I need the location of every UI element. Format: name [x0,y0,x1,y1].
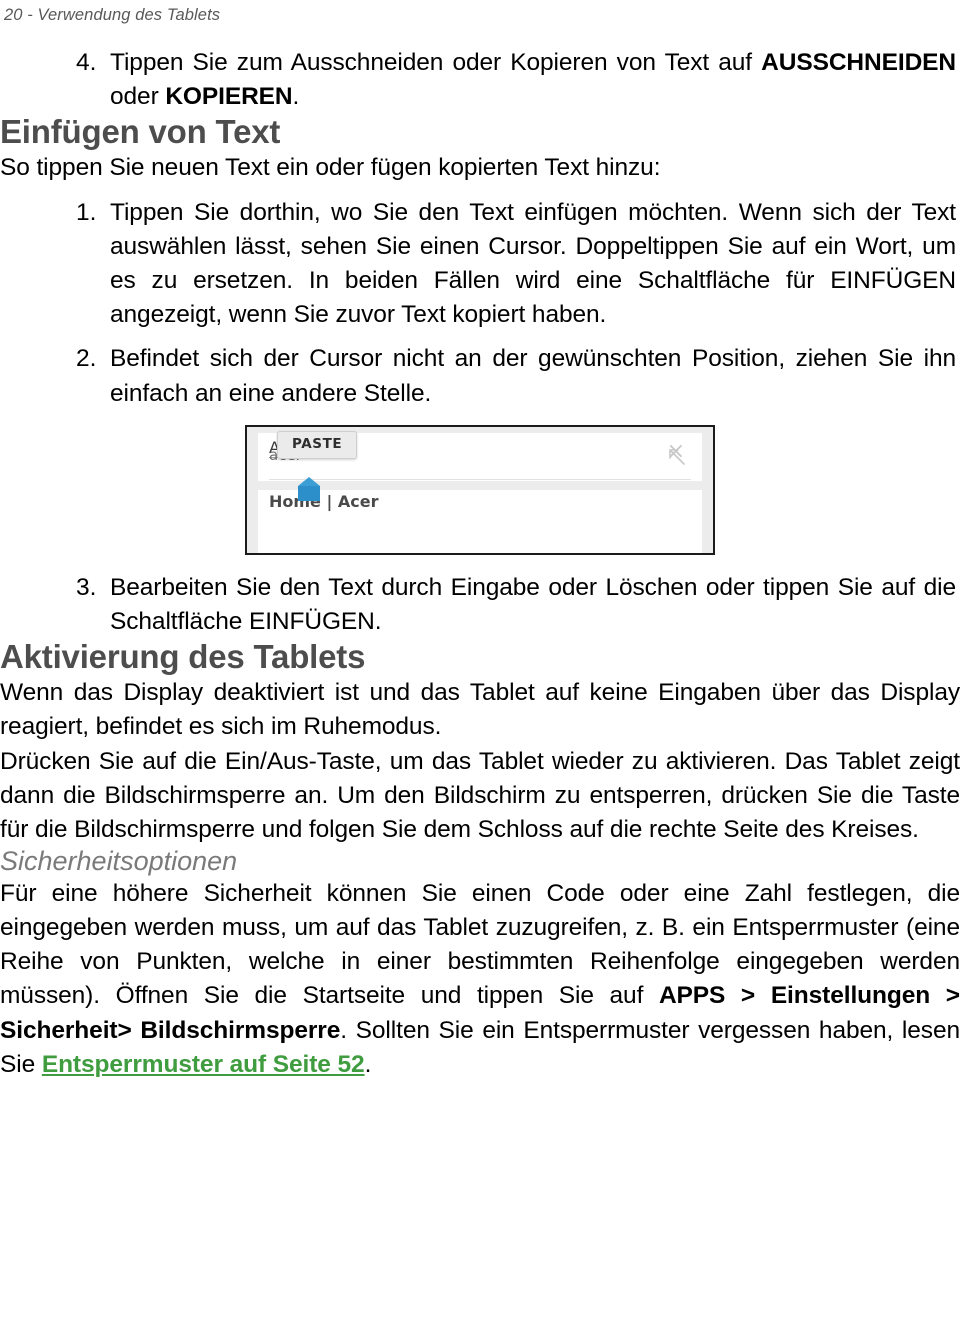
running-header: 20 - Verwendung des Tablets [4,6,221,24]
arrow-up-left-icon[interactable] [665,445,687,471]
paragraph-aktivierung-1: Wenn das Display deaktiviert ist und das… [0,679,960,741]
security-separator-1: > [725,982,771,1010]
list-item-1: 1. Tippen Sie dorthin, wo Sie den Text e… [76,196,956,333]
handle-tip [298,476,320,486]
list-item-4-text: Tippen Sie zum Ausschneiden oder Kopiere… [110,46,956,114]
item4-text-after: . [292,83,300,111]
paste-button[interactable]: PASTE [277,430,358,460]
paragraph-aktivierung-2: Drücken Sie auf die Ein/Aus-Taste, um da… [0,747,960,843]
paragraph-sicherheitsoptionen: Für eine höhere Sicherheit können Sie ei… [0,877,960,1082]
security-bold-einstellungen: Einstellungen [770,982,931,1010]
item4-bold-ausschneiden: AUSSCHNEIDEN [761,49,956,76]
security-separator-2: > [930,982,960,1010]
heading-einfuegen-von-text: Einfügen von Text [0,113,281,151]
list-marker: 4. [76,49,97,76]
security-text-part-3: . [364,1050,372,1078]
figure-container: Acer × acer Home | Acer PASTE [0,424,960,555]
list-item-2: 2. Befindet sich der Cursor nicht an der… [76,342,956,410]
text-cursor-handle-icon[interactable] [298,476,320,501]
list-item-4: 4. Tippen Sie zum Ausschneiden oder Kopi… [76,46,956,114]
handle-body [298,485,320,501]
cross-reference-link[interactable]: Entsperrmuster auf Seite 52 [42,1051,365,1078]
list-marker: 1. [76,198,97,226]
document-page: 20 - Verwendung des Tablets 4. Tippen Si… [0,0,960,1324]
list-item-2-text: Befindet sich der Cursor nicht an der ge… [110,345,956,407]
item4-text-before: Tippen Sie zum Ausschneiden oder Kopiere… [110,49,762,76]
list-item-3-text: Bearbeiten Sie den Text durch Eingabe od… [110,573,956,635]
figure-divider [269,478,691,480]
paragraph-intro-einfuegen: So tippen Sie neuen Text ein oder fügen … [0,154,661,182]
security-bold-apps: APPS [658,982,726,1010]
security-bold-bildschirmsperre: Bildschirmsperre [140,1016,341,1044]
list-item-1-text: Tippen Sie dorthin, wo Sie den Text einf… [110,198,956,329]
heading-sicherheitsoptionen: Sicherheitsoptionen [0,846,238,877]
item4-bold-kopieren: KOPIEREN [165,83,293,111]
security-bold-sicherheit: Sicherheit> [0,1016,132,1044]
item4-text-mid: oder [110,83,166,111]
figure-paste-cursor-screenshot: Acer × acer Home | Acer PASTE [245,424,715,555]
figure-result-text[interactable]: Home | Acer [269,493,379,510]
list-marker: 3. [76,573,97,601]
heading-aktivierung-des-tablets: Aktivierung des Tablets [0,638,366,676]
list-item-3: 3. Bearbeiten Sie den Text durch Eingabe… [76,571,956,639]
list-marker: 2. [76,345,97,373]
page-content: 4. Tippen Sie zum Ausschneiden oder Kopi… [0,46,960,1082]
